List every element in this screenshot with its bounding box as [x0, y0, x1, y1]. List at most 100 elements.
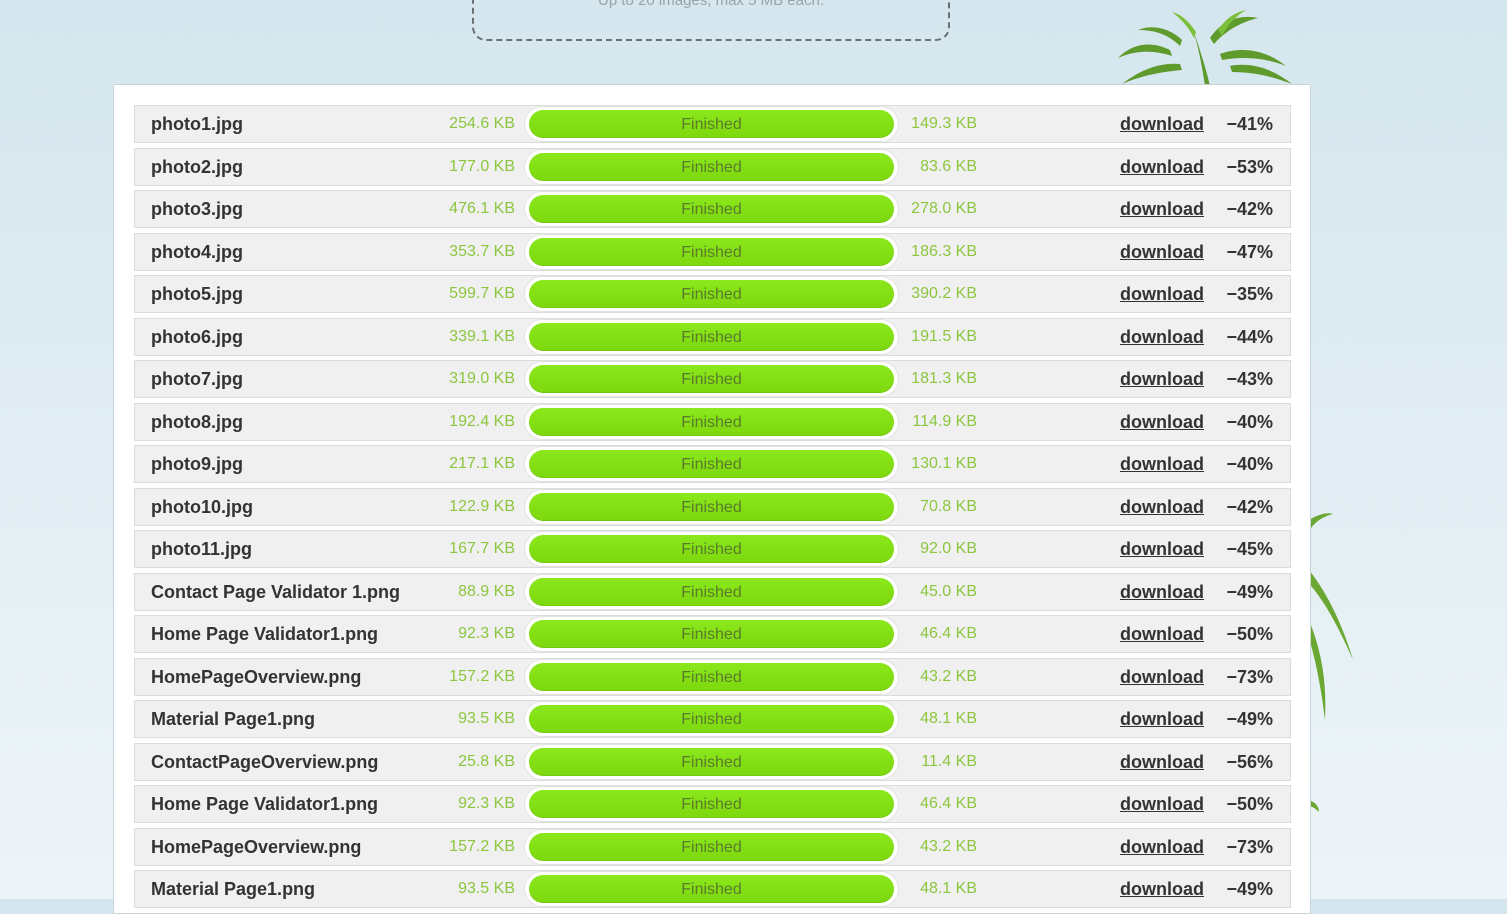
- download-link[interactable]: download: [1120, 871, 1204, 907]
- file-row: Contact Page Validator 1.png 88.9 KB Fin…: [134, 572, 1291, 611]
- savings-percent: −50%: [1226, 624, 1273, 644]
- progress-bar: Finished: [525, 447, 898, 481]
- download-link[interactable]: download: [1120, 489, 1204, 525]
- status-label: Finished: [681, 711, 742, 728]
- file-row: photo4.jpg 353.7 KB Finished 186.3 KB do…: [134, 232, 1291, 271]
- compressed-size: 130.1 KB: [911, 455, 977, 472]
- savings-percent: −53%: [1226, 156, 1273, 177]
- download-link[interactable]: download: [1120, 319, 1204, 355]
- savings-percent: −40%: [1226, 411, 1273, 432]
- compressed-size: 46.4 KB: [920, 625, 977, 642]
- download-link[interactable]: download: [1120, 149, 1204, 185]
- compressed-size: 83.6 KB: [920, 157, 977, 175]
- progress-bar: Finished: [525, 277, 898, 311]
- savings-percent: −40%: [1226, 454, 1273, 474]
- compressed-size: 149.3 KB: [911, 115, 977, 132]
- compressed-size: 186.3 KB: [911, 242, 977, 260]
- download-link[interactable]: download: [1120, 829, 1204, 865]
- original-size: 88.9 KB: [458, 582, 515, 600]
- download-link[interactable]: download: [1120, 659, 1204, 695]
- download-link[interactable]: download: [1120, 446, 1204, 482]
- original-size: 92.3 KB: [458, 795, 515, 812]
- savings-percent: −73%: [1226, 666, 1273, 687]
- download-link[interactable]: download: [1120, 404, 1204, 440]
- download-link[interactable]: download: [1120, 701, 1204, 737]
- file-name: photo10.jpg: [151, 496, 253, 517]
- download-link[interactable]: download: [1120, 616, 1204, 652]
- original-size: 157.2 KB: [449, 667, 515, 685]
- status-label: Finished: [681, 626, 742, 643]
- download-link[interactable]: download: [1120, 276, 1204, 312]
- file-row: HomePageOverview.png 157.2 KB Finished 4…: [134, 827, 1291, 866]
- status-label: Finished: [681, 456, 742, 473]
- file-name: photo1.jpg: [151, 114, 243, 134]
- file-name: photo9.jpg: [151, 454, 243, 474]
- status-label: Finished: [681, 668, 742, 686]
- savings-percent: −44%: [1226, 326, 1273, 347]
- file-name: Home Page Validator1.png: [151, 794, 379, 814]
- file-name: Contact Page Validator 1.png: [151, 581, 401, 602]
- progress-bar: Finished: [525, 659, 898, 694]
- compressed-size: 191.5 KB: [911, 327, 977, 345]
- file-name: photo4.jpg: [151, 241, 243, 262]
- file-name: photo5.jpg: [151, 284, 243, 304]
- progress-bar: Finished: [525, 744, 898, 779]
- status-label: Finished: [681, 116, 742, 133]
- compressed-size: 70.8 KB: [920, 497, 977, 515]
- status-label: Finished: [681, 371, 742, 388]
- savings-percent: −45%: [1226, 539, 1273, 559]
- original-size: 217.1 KB: [449, 455, 515, 472]
- download-link[interactable]: download: [1120, 786, 1204, 822]
- file-name: HomePageOverview.png: [151, 836, 362, 857]
- original-size: 122.9 KB: [449, 497, 515, 515]
- compressed-size: 390.2 KB: [911, 285, 977, 302]
- status-label: Finished: [681, 498, 742, 516]
- file-row: Material Page1.png 93.5 KB Finished 48.1…: [134, 870, 1291, 908]
- savings-percent: −73%: [1226, 836, 1273, 857]
- status-label: Finished: [681, 838, 742, 856]
- file-row: Home Page Validator1.png 92.3 KB Finishe…: [134, 785, 1291, 823]
- original-size: 353.7 KB: [449, 242, 515, 260]
- original-size: 93.5 KB: [458, 710, 515, 727]
- file-row: photo8.jpg 192.4 KB Finished 114.9 KB do…: [134, 402, 1291, 441]
- progress-bar: Finished: [525, 872, 898, 906]
- progress-bar: Finished: [525, 829, 898, 864]
- status-label: Finished: [681, 243, 742, 261]
- savings-percent: −35%: [1226, 284, 1273, 304]
- progress-bar: Finished: [525, 702, 898, 736]
- progress-bar: Finished: [525, 532, 898, 566]
- original-size: 93.5 KB: [458, 880, 515, 897]
- download-link[interactable]: download: [1120, 234, 1204, 270]
- file-name: photo11.jpg: [151, 539, 252, 559]
- download-link[interactable]: download: [1120, 106, 1204, 142]
- status-label: Finished: [681, 753, 742, 771]
- original-size: 157.2 KB: [449, 837, 515, 855]
- upload-hint: Up to 20 images, max 5 MB each.: [598, 0, 824, 9]
- original-size: 319.0 KB: [449, 370, 515, 387]
- original-size: 254.6 KB: [449, 115, 515, 132]
- status-label: Finished: [681, 328, 742, 346]
- progress-bar: Finished: [525, 404, 898, 439]
- status-label: Finished: [681, 158, 742, 176]
- download-link[interactable]: download: [1120, 191, 1204, 227]
- file-row: photo7.jpg 319.0 KB Finished 181.3 KB do…: [134, 360, 1291, 398]
- compressed-size: 114.9 KB: [912, 412, 977, 430]
- file-row: photo2.jpg 177.0 KB Finished 83.6 KB dow…: [134, 147, 1291, 186]
- file-row: HomePageOverview.png 157.2 KB Finished 4…: [134, 657, 1291, 696]
- download-link[interactable]: download: [1120, 574, 1204, 610]
- savings-percent: −42%: [1226, 199, 1273, 219]
- file-row: photo11.jpg 167.7 KB Finished 92.0 KB do…: [134, 530, 1291, 568]
- original-size: 476.1 KB: [449, 200, 515, 217]
- download-link[interactable]: download: [1120, 361, 1204, 397]
- savings-percent: −43%: [1226, 369, 1273, 389]
- compressed-size: 11.4 KB: [921, 752, 977, 770]
- status-label: Finished: [681, 881, 742, 898]
- file-name: photo3.jpg: [151, 199, 243, 219]
- file-row: photo5.jpg 599.7 KB Finished 390.2 KB do…: [134, 275, 1291, 313]
- compressed-size: 48.1 KB: [920, 710, 977, 727]
- download-link[interactable]: download: [1120, 744, 1204, 780]
- file-name: photo6.jpg: [151, 326, 243, 347]
- upload-dropzone[interactable]: Up to 20 images, max 5 MB each.: [472, 0, 950, 41]
- results-panel: photo1.jpg 254.6 KB Finished 149.3 KB do…: [113, 84, 1311, 914]
- download-link[interactable]: download: [1120, 531, 1204, 567]
